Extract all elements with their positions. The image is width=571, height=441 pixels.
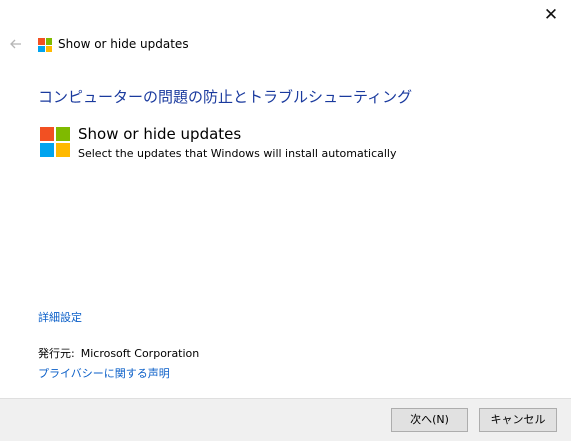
footer-bar: 次へ(N) キャンセル	[0, 398, 571, 441]
publisher-value: Microsoft Corporation	[80, 347, 200, 360]
windows-logo-icon	[40, 127, 70, 157]
window-title: Show or hide updates	[58, 37, 189, 51]
close-button[interactable]: ✕	[537, 2, 565, 28]
option-title: Show or hide updates	[78, 125, 242, 143]
page-heading: コンピューターの問題の防止とトラブルシューティング	[38, 88, 413, 106]
back-arrow-icon	[10, 39, 21, 49]
close-icon: ✕	[543, 5, 559, 25]
option-description: Select the updates that Windows will ins…	[78, 147, 397, 160]
publisher-info: 発行元: Microsoft Corporation	[38, 345, 199, 361]
privacy-link[interactable]: プライバシーに関する声明	[38, 365, 170, 381]
publisher-label: 発行元:	[38, 347, 75, 360]
advanced-link[interactable]: 詳細設定	[38, 309, 82, 325]
back-button[interactable]	[6, 34, 26, 54]
next-button[interactable]: 次へ(N)	[391, 408, 468, 432]
cancel-button[interactable]: キャンセル	[479, 408, 557, 432]
windows-logo-icon	[38, 38, 52, 52]
